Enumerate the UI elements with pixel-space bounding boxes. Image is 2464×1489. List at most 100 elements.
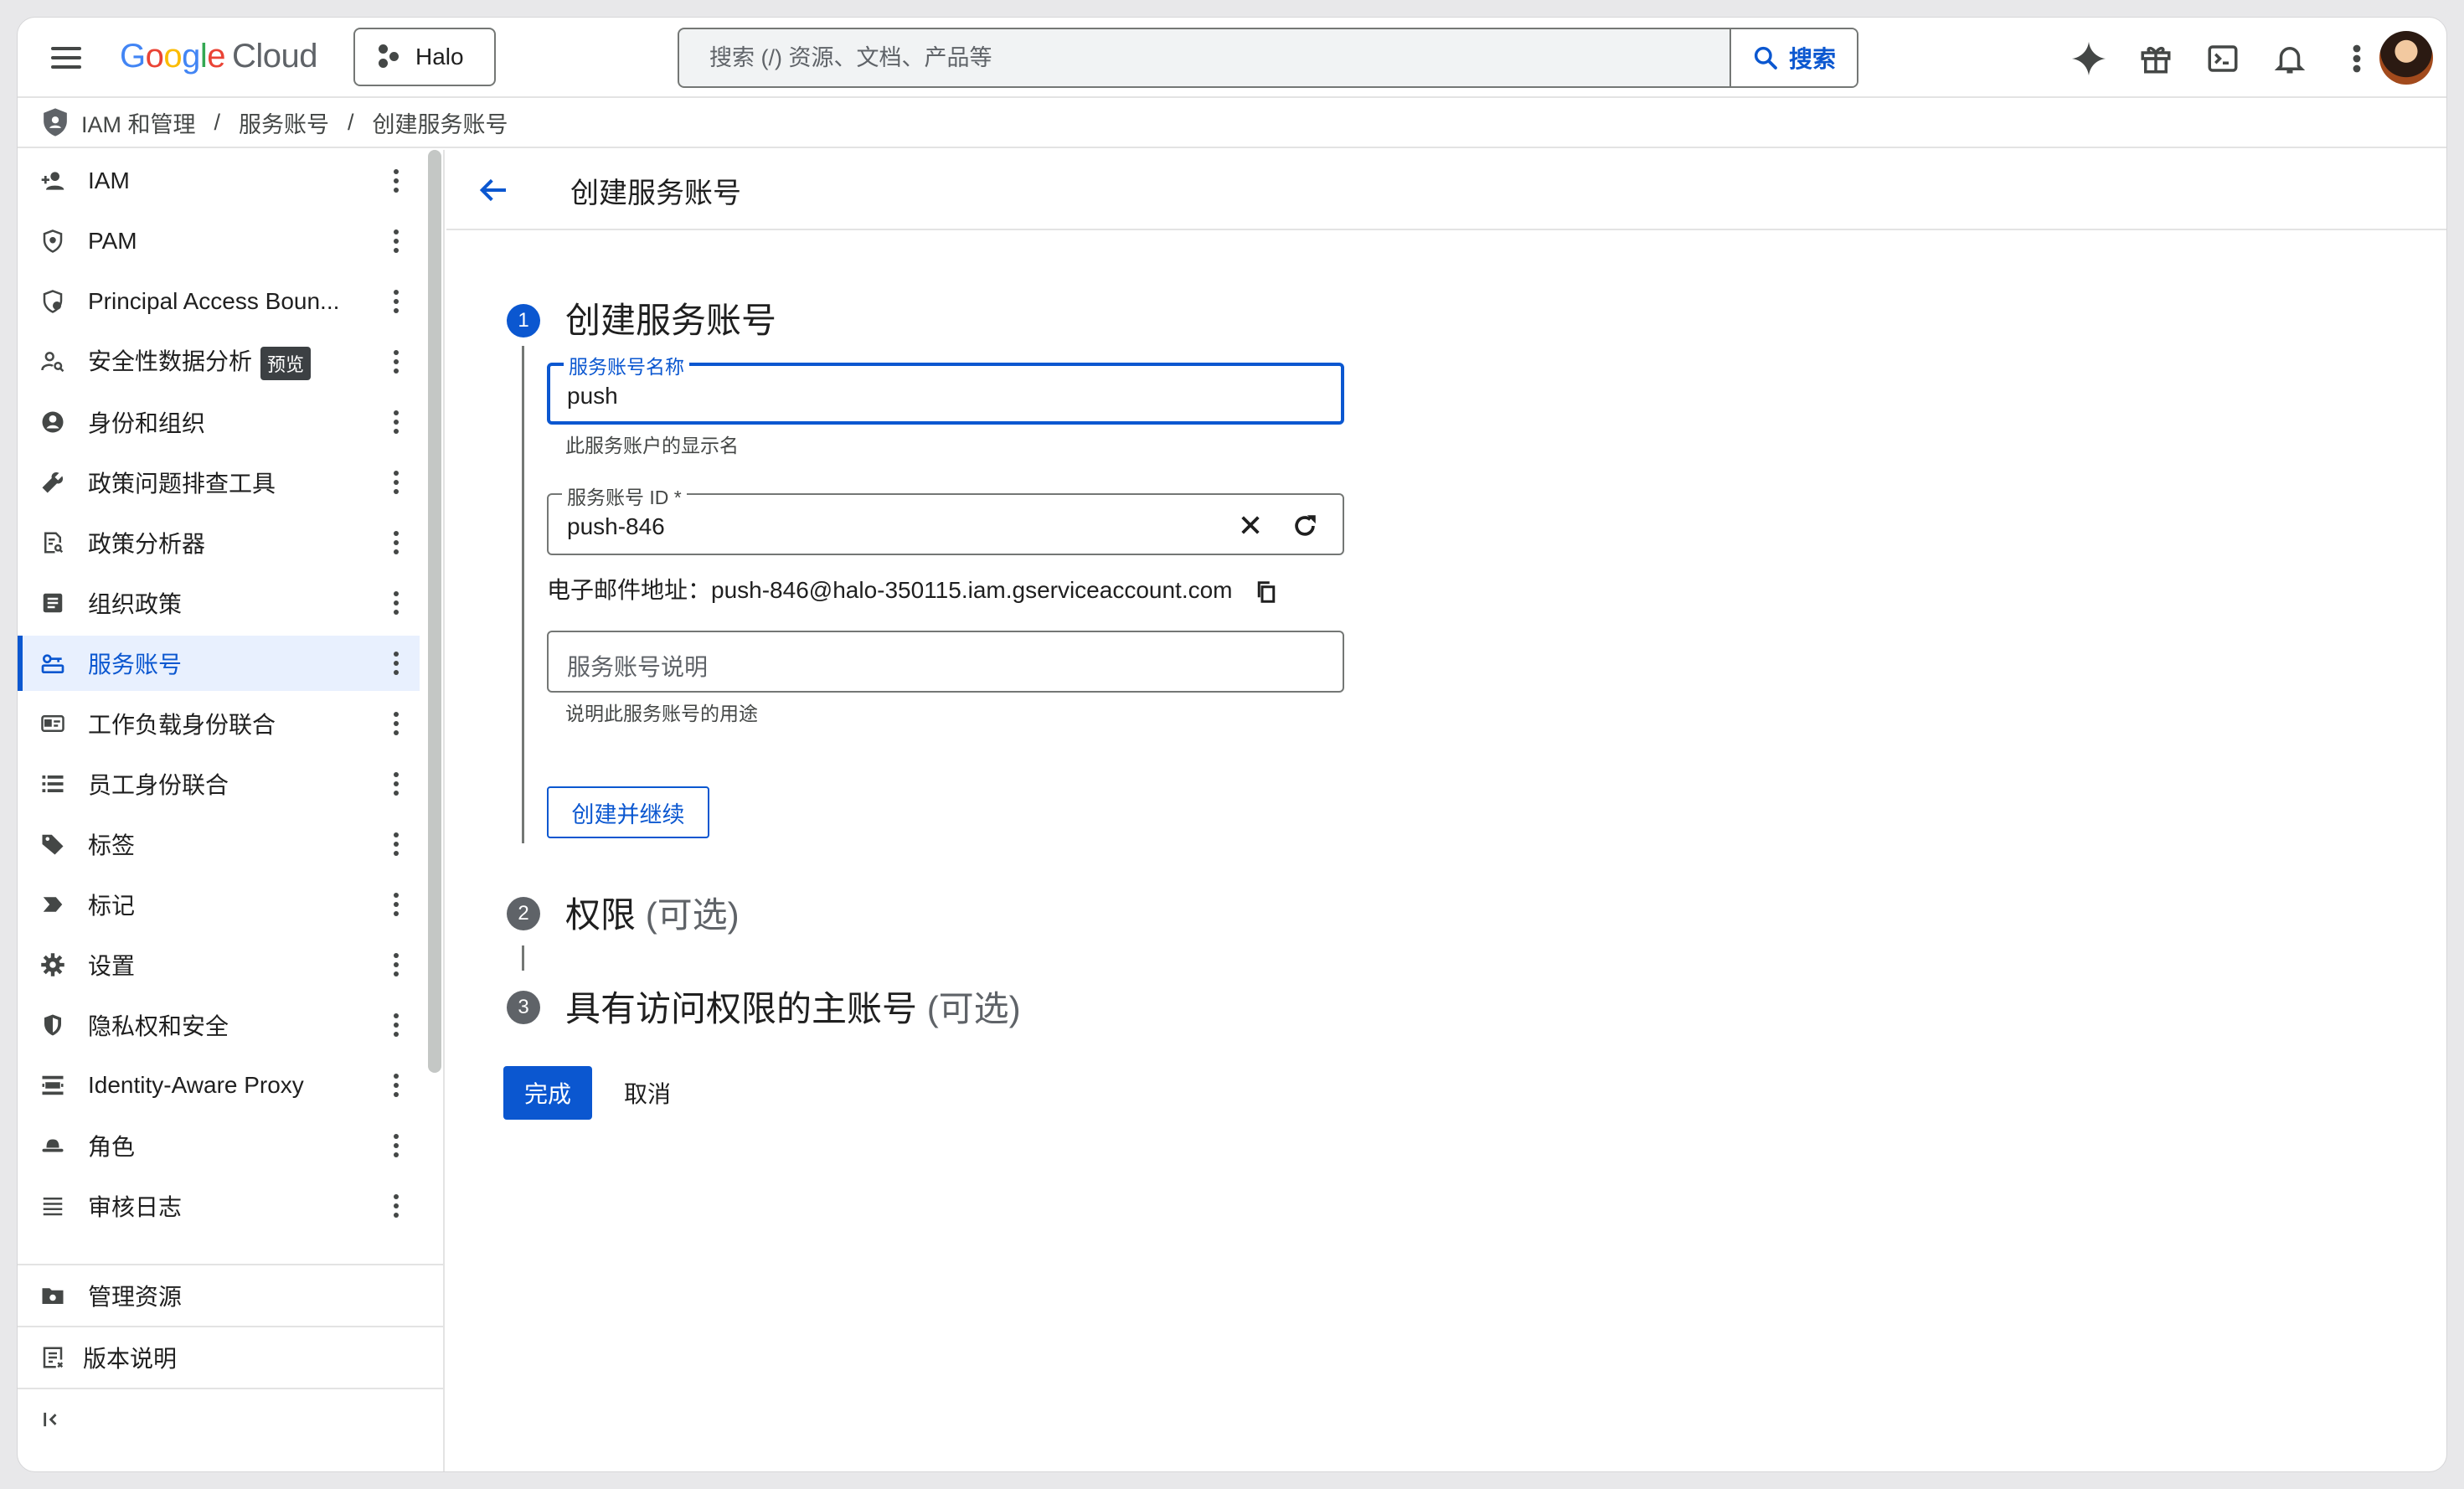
sidebar-item-iap[interactable]: Identity-Aware Proxy — [18, 1058, 420, 1113]
service-account-id-field[interactable]: 服务账号 ID * push-846 — [547, 482, 1344, 555]
sidebar-item-label: IAM — [88, 167, 130, 193]
more-vert-icon[interactable] — [388, 827, 405, 861]
step-1-title[interactable]: 创建服务账号 — [565, 292, 776, 343]
more-vert-icon[interactable] — [388, 224, 405, 258]
person-search-icon — [38, 347, 68, 377]
service-account-description-field[interactable]: 服务账号说明 — [547, 631, 1344, 693]
sidebar-item-roles[interactable]: 角色 — [18, 1118, 420, 1173]
more-vert-icon[interactable] — [388, 707, 405, 740]
more-vert-icon[interactable] — [388, 1129, 405, 1162]
field-value[interactable]: push — [567, 383, 618, 410]
avatar[interactable] — [2379, 31, 2433, 85]
sidebar-item-release-notes[interactable]: 版本说明 — [18, 1326, 445, 1388]
sidebar-item-policy-troubleshooter[interactable]: 政策问题排查工具 — [18, 455, 420, 510]
step-2-number: 2 — [507, 897, 540, 930]
sidebar-item-label: 工作负载身份联合 — [88, 712, 276, 738]
sidebar-item-label: 版本说明 — [83, 1346, 178, 1372]
field-value[interactable]: push-846 — [567, 513, 665, 540]
email-address: 电子邮件地址：push-846@halo-350115.iam.gservice… — [547, 572, 1279, 605]
project-picker-button[interactable]: Halo — [353, 28, 496, 86]
step-optional-tag: (可选) — [645, 895, 740, 935]
sidebar-scrollbar[interactable] — [428, 150, 441, 1073]
search-bar[interactable]: 搜索 (/) 资源、文档、产品等 搜索 — [678, 28, 1858, 88]
more-vert-icon[interactable] — [388, 1069, 405, 1102]
more-vert-icon[interactable] — [388, 285, 405, 318]
search-button[interactable]: 搜索 — [1729, 29, 1857, 86]
refresh-icon[interactable] — [1291, 512, 1319, 540]
main-menu-button[interactable] — [48, 41, 85, 75]
sidebar-item-policy-analyzer[interactable]: 政策分析器 — [18, 515, 420, 570]
sidebar-item-privacy-security[interactable]: 隐私权和安全 — [18, 997, 420, 1053]
done-button[interactable]: 完成 — [503, 1066, 592, 1120]
page-header: 创建服务账号 — [446, 150, 2446, 230]
step-3-title[interactable]: 具有访问权限的主账号 (可选) — [565, 981, 1021, 1032]
sidebar-item-label: 政策问题排查工具 — [88, 471, 276, 497]
step-2-title[interactable]: 权限 (可选) — [565, 887, 740, 938]
more-vert-icon[interactable] — [388, 888, 405, 921]
cancel-button[interactable]: 取消 — [614, 1066, 681, 1120]
breadcrumb-separator: / — [348, 109, 354, 135]
more-vert-icon[interactable] — [388, 586, 405, 620]
sidebar-item-manage-resources[interactable]: 管理资源 — [18, 1264, 445, 1326]
shield-icon — [38, 1010, 68, 1040]
sidebar-item-label: 服务账号 — [88, 652, 183, 678]
breadcrumb-item-service-accounts[interactable]: 服务账号 — [239, 106, 329, 139]
copy-icon[interactable] — [1254, 580, 1279, 605]
more-vert-icon[interactable] — [388, 526, 405, 559]
hat-icon — [38, 1131, 68, 1161]
back-arrow-icon[interactable] — [477, 173, 510, 207]
sidebar-item-labels[interactable]: 标记 — [18, 877, 420, 932]
sidebar-item-workload-identity[interactable]: 工作负载身份联合 — [18, 696, 420, 751]
gemini-icon[interactable] — [2070, 39, 2108, 78]
sidebar-item-settings[interactable]: 设置 — [18, 937, 420, 992]
field-placeholder[interactable]: 服务账号说明 — [567, 649, 708, 683]
sidebar-item-audit-logs[interactable]: 审核日志 — [18, 1178, 420, 1234]
more-vert-icon[interactable] — [388, 1008, 405, 1042]
google-cloud-logo[interactable]: Google Cloud — [120, 38, 318, 75]
sidebar-item-service-accounts[interactable]: 服务账号 — [18, 636, 420, 691]
sidebar-item-identity-org[interactable]: 身份和组织 — [18, 394, 420, 450]
sidebar-item-pam[interactable]: PAM — [18, 214, 420, 269]
more-vert-icon[interactable] — [388, 948, 405, 982]
shield-check-icon — [38, 286, 68, 317]
more-vert-icon[interactable] — [388, 345, 405, 379]
sidebar-bottom: 管理资源 版本说明 — [18, 1264, 445, 1450]
tag-icon — [38, 829, 68, 859]
breadcrumb-item-create: 创建服务账号 — [372, 111, 508, 137]
collapse-icon — [38, 1404, 68, 1435]
sidebar-item-tags[interactable]: 标签 — [18, 817, 420, 872]
page-title: 创建服务账号 — [570, 178, 741, 209]
more-vert-icon[interactable] — [388, 405, 405, 439]
sidebar-item-security-insights[interactable]: 安全性数据分析 预览 — [18, 334, 420, 389]
more-vert-icon[interactable] — [388, 1189, 405, 1223]
breadcrumb-item-iam[interactable]: IAM 和管理 — [81, 106, 196, 139]
search-input[interactable]: 搜索 (/) 资源、文档、产品等 — [679, 29, 1726, 86]
more-vert-icon[interactable] — [388, 466, 405, 499]
step-title-text: 具有访问权限的主账号 — [565, 989, 918, 1028]
sidebar-item-iam[interactable]: IAM — [18, 153, 420, 209]
more-vert-icon[interactable] — [388, 647, 405, 680]
logo-cloud-text: Cloud — [232, 38, 318, 75]
sidebar-item-label: Identity-Aware Proxy — [88, 1072, 304, 1098]
field-label: 服务账号名称 — [564, 351, 689, 379]
sidebar-item-org-policies[interactable]: 组织政策 — [18, 575, 420, 631]
gift-icon[interactable] — [2137, 39, 2175, 78]
sidebar: IAM PAM Principal Access Boun... 安全性数据分析… — [18, 150, 445, 1471]
step-title-text: 权限 — [565, 895, 637, 935]
create-and-continue-button[interactable]: 创建并继续 — [547, 786, 709, 838]
sidebar-item-label: 审核日志 — [88, 1194, 183, 1220]
more-vert-icon[interactable] — [388, 767, 405, 801]
email-value: push-846@halo-350115.iam.gserviceaccount… — [711, 577, 1233, 603]
lines-icon — [38, 1191, 68, 1221]
sidebar-item-workforce-identity[interactable]: 员工身份联合 — [18, 756, 420, 811]
bell-icon[interactable] — [2271, 39, 2309, 78]
more-vert-icon[interactable] — [388, 164, 405, 198]
top-bar: Google Cloud Halo 搜索 (/) 资源、文档、产品等 搜索 — [18, 18, 2446, 98]
more-vert-icon[interactable] — [2338, 39, 2376, 78]
collapse-sidebar-button[interactable] — [18, 1388, 445, 1450]
step-1-number: 1 — [507, 304, 540, 337]
sidebar-item-principal-access-boundary[interactable]: Principal Access Boun... — [18, 274, 420, 329]
terminal-icon[interactable] — [2204, 39, 2242, 78]
service-account-name-field[interactable]: 服务账号名称 push — [547, 351, 1344, 425]
clear-icon[interactable] — [1237, 512, 1264, 538]
